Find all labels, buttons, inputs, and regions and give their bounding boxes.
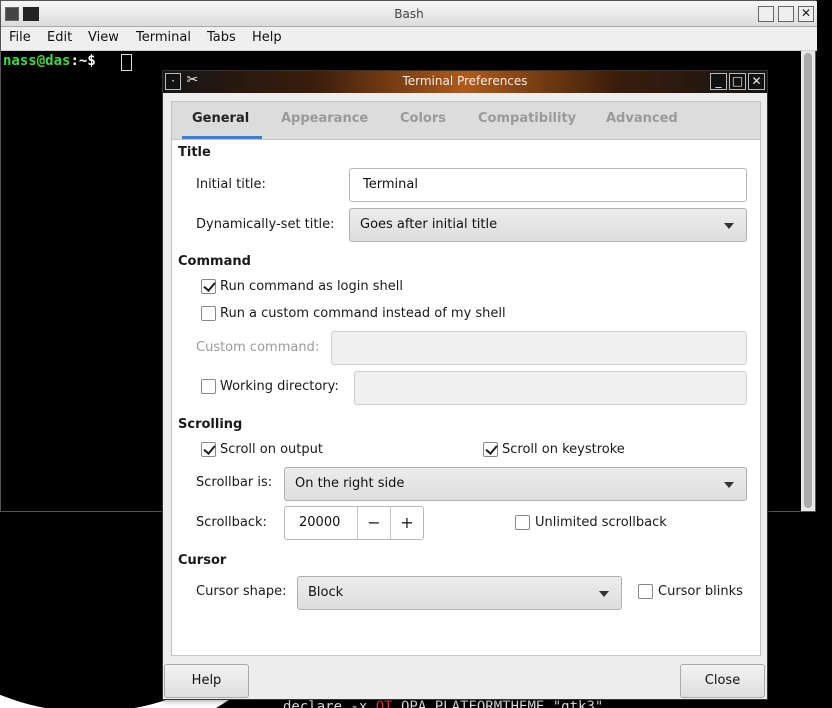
chevron-down-icon — [724, 482, 734, 488]
background-terminal-text: declare -x QT QPA PLATFORMTHEME "gtk3" — [283, 699, 604, 708]
decrement-icon[interactable]: − — [357, 507, 390, 539]
close-icon[interactable]: ✕ — [798, 6, 814, 22]
menu-terminal[interactable]: Terminal — [136, 30, 191, 45]
scrollback-label: Scrollback: — [196, 515, 267, 530]
close-button[interactable]: Close — [680, 664, 765, 698]
scrollbar-position-select[interactable]: On the right side — [284, 467, 747, 501]
scroll-on-keystroke-label[interactable]: Scroll on keystroke — [502, 442, 625, 457]
bash-scrollbar[interactable] — [801, 51, 815, 511]
bash-menubar: File Edit View Terminal Tabs Help — [1, 27, 817, 51]
working-directory-label[interactable]: Working directory: — [220, 379, 339, 394]
cursor-section-heading: Cursor — [178, 553, 227, 568]
scrollbar-label: Scrollbar is: — [196, 475, 273, 490]
preferences-dialog: · ✂ Terminal Preferences _ □ ✕ General A… — [162, 70, 768, 700]
scrollback-stepper[interactable]: 20000 − + — [284, 506, 424, 540]
command-section-heading: Command — [178, 254, 251, 269]
scrollbar-thumb[interactable] — [804, 53, 812, 508]
cursor-shape-select[interactable]: Block — [297, 576, 622, 610]
menu-edit[interactable]: Edit — [47, 30, 72, 45]
scroll-on-output-label[interactable]: Scroll on output — [220, 442, 323, 457]
tab-bar: General Appearance Colors Compatibility … — [172, 102, 760, 140]
tab-colors[interactable]: Colors — [400, 111, 446, 126]
preferences-titlebar[interactable]: · ✂ Terminal Preferences _ □ ✕ — [163, 71, 767, 93]
login-shell-checkbox[interactable] — [201, 279, 216, 294]
cursor-blinks-label[interactable]: Cursor blinks — [658, 584, 743, 599]
minimize-icon[interactable] — [758, 6, 774, 22]
dynamic-title-select[interactable]: Goes after initial title — [349, 208, 747, 242]
unlimited-scrollback-checkbox[interactable] — [515, 515, 530, 530]
bash-window-title: Bash — [394, 7, 424, 21]
bash-titlebar[interactable]: Bash ✕ — [1, 1, 817, 27]
increment-icon[interactable]: + — [390, 507, 423, 539]
scrollback-value[interactable]: 20000 — [299, 515, 340, 530]
dynamic-title-label: Dynamically-set title: — [196, 217, 335, 232]
chevron-down-icon — [724, 223, 734, 229]
tab-advanced[interactable]: Advanced — [606, 111, 678, 126]
dynamic-title-value: Goes after initial title — [360, 217, 498, 232]
custom-command-check-label[interactable]: Run a custom command instead of my shell — [220, 306, 506, 321]
custom-command-input[interactable] — [331, 331, 747, 365]
preferences-title: Terminal Preferences — [402, 74, 528, 88]
scroll-on-output-checkbox[interactable] — [201, 442, 216, 457]
active-tab-indicator — [182, 136, 262, 139]
minimize-icon[interactable]: _ — [710, 73, 727, 90]
menu-help[interactable]: Help — [252, 30, 282, 45]
login-shell-label[interactable]: Run command as login shell — [220, 279, 403, 294]
terminal-cursor — [121, 54, 132, 71]
menu-view[interactable]: View — [88, 30, 119, 45]
custom-command-label: Custom command: — [196, 340, 320, 355]
scrolling-section-heading: Scrolling — [178, 417, 243, 432]
scrollbar-position-value: On the right side — [295, 476, 405, 491]
initial-title-label: Initial title: — [196, 177, 266, 192]
working-directory-input[interactable] — [354, 371, 747, 405]
scroll-on-keystroke-checkbox[interactable] — [483, 442, 498, 457]
tab-general[interactable]: General — [192, 111, 249, 126]
cursor-shape-value: Block — [308, 585, 344, 600]
working-directory-checkbox[interactable] — [201, 379, 216, 394]
menu-file[interactable]: File — [9, 30, 31, 45]
cursor-shape-label: Cursor shape: — [196, 584, 287, 599]
tab-appearance[interactable]: Appearance — [281, 111, 368, 126]
shell-prompt: nass@das:~$ — [3, 53, 96, 69]
title-section-heading: Title — [178, 145, 211, 160]
preferences-notebook: General Appearance Colors Compatibility … — [171, 101, 761, 656]
initial-title-input[interactable]: Terminal — [349, 168, 747, 202]
custom-command-checkbox[interactable] — [201, 306, 216, 321]
menu-tabs[interactable]: Tabs — [207, 30, 236, 45]
maximize-icon[interactable] — [778, 6, 794, 22]
unlimited-scrollback-label[interactable]: Unlimited scrollback — [535, 515, 667, 530]
chevron-down-icon — [599, 591, 609, 597]
help-button[interactable]: Help — [164, 664, 249, 698]
close-icon[interactable]: ✕ — [748, 73, 765, 90]
tab-compatibility[interactable]: Compatibility — [478, 111, 576, 126]
cursor-blinks-checkbox[interactable] — [638, 584, 653, 599]
maximize-icon[interactable]: □ — [729, 73, 746, 90]
